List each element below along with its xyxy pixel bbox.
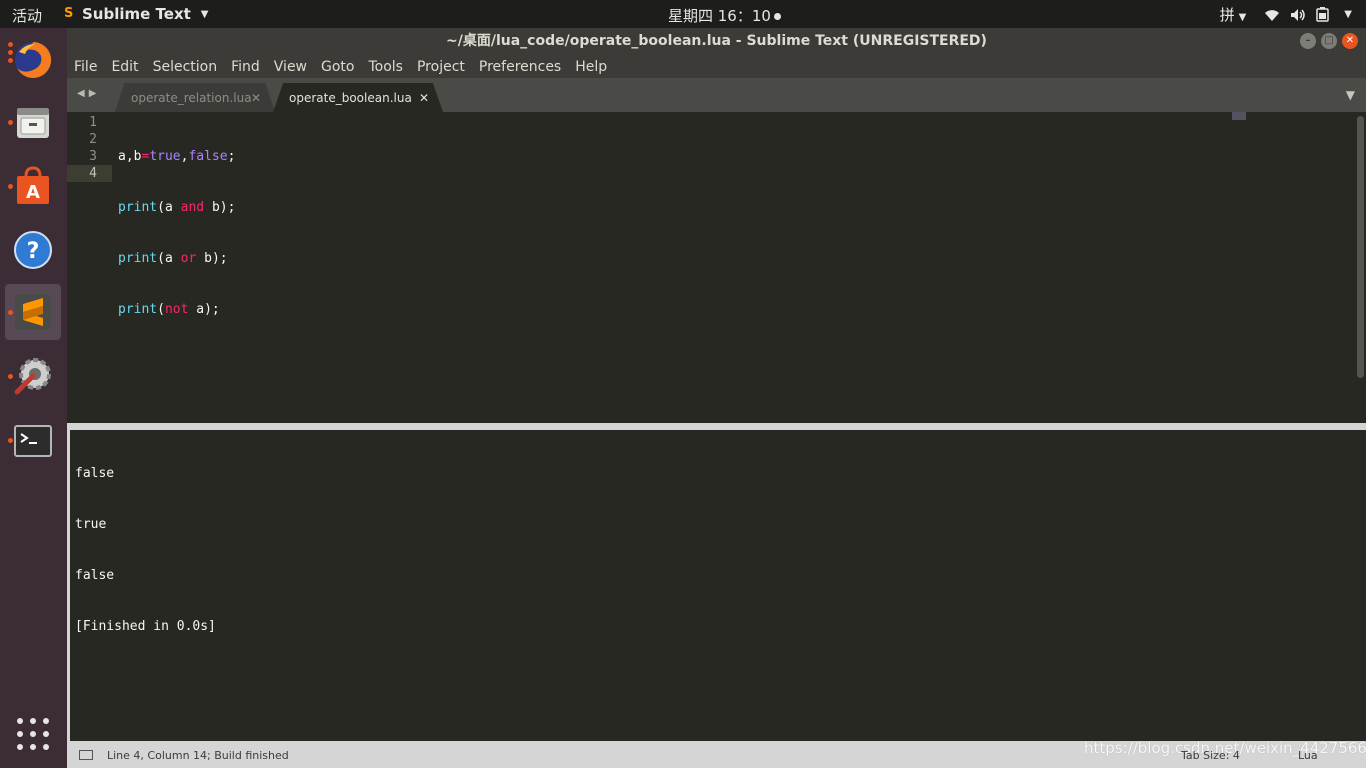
- output-line: true: [75, 517, 107, 532]
- dock-item-help[interactable]: ?: [5, 222, 61, 278]
- output-line: [Finished in 0.0s]: [75, 619, 216, 634]
- svg-text:A: A: [26, 182, 40, 203]
- line-number: 1: [89, 115, 97, 130]
- status-bar: Line 4, Column 14; Build finished https:…: [67, 739, 1366, 768]
- panel-divider[interactable]: [67, 423, 1366, 430]
- sublime-icon: [15, 294, 51, 330]
- code-token: print: [118, 251, 158, 266]
- input-method-label: 拼: [1219, 6, 1235, 24]
- tab-label: operate_relation.lua: [131, 91, 252, 105]
- menu-project[interactable]: Project: [417, 59, 465, 75]
- tab-size-selector[interactable]: Tab Size: 4: [1181, 749, 1240, 762]
- menu-tools[interactable]: Tools: [368, 59, 403, 75]
- notification-dot-icon: [773, 13, 781, 20]
- show-applications-icon[interactable]: [17, 718, 49, 750]
- build-output-panel[interactable]: false true false [Finished in 0.0s]: [67, 430, 1366, 741]
- menu-help[interactable]: Help: [575, 59, 607, 75]
- terminal-icon: [14, 425, 52, 457]
- clock[interactable]: 星期四 16：10: [668, 5, 781, 26]
- settings-icon: [14, 358, 51, 395]
- tab-nav-arrows-icon[interactable]: ◀▶: [77, 88, 100, 99]
- menu-selection[interactable]: Selection: [153, 59, 218, 75]
- app-menu[interactable]: S Sublime Text ▼: [64, 5, 209, 23]
- menu-goto[interactable]: Goto: [321, 59, 354, 75]
- app-menu-label: Sublime Text: [82, 5, 191, 23]
- dock-item-settings[interactable]: [5, 348, 61, 404]
- code-line: print(a or b);: [118, 251, 228, 266]
- line-number-current: 4: [67, 165, 112, 182]
- syntax-selector[interactable]: Lua: [1298, 749, 1318, 762]
- status-message: Line 4, Column 14; Build finished: [107, 749, 289, 762]
- output-line: false: [75, 466, 115, 481]
- code-line: print(a and b);: [118, 200, 236, 215]
- code-line: a,b=true,false;: [118, 149, 236, 164]
- window-title: ~/桌面/lua_code/operate_boolean.lua - Subl…: [446, 33, 987, 49]
- menu-file[interactable]: File: [74, 59, 97, 75]
- dock-item-sublime[interactable]: [5, 284, 61, 340]
- close-button[interactable]: ✕: [1342, 33, 1358, 49]
- menu-find[interactable]: Find: [231, 59, 260, 75]
- dock-item-terminal[interactable]: [5, 412, 61, 468]
- menu-bar: File Edit Selection Find View Goto Tools…: [67, 55, 1366, 78]
- code-token: print: [118, 302, 158, 317]
- code-token: or: [180, 251, 197, 266]
- code-editor[interactable]: 1 2 3 4 a,b=true,false; print(a and b); …: [67, 112, 1366, 423]
- sublime-window: ~/桌面/lua_code/operate_boolean.lua - Subl…: [67, 28, 1366, 768]
- panel-toggle-icon[interactable]: [79, 750, 93, 760]
- software-center-icon: A: [17, 166, 49, 204]
- system-tray: 拼 ▼ ▼: [1220, 4, 1352, 25]
- sublime-small-icon: S: [64, 6, 74, 21]
- clock-label: 星期四 16：10: [668, 7, 771, 25]
- dock-item-firefox[interactable]: [5, 32, 61, 88]
- input-method-indicator[interactable]: 拼 ▼: [1220, 4, 1247, 25]
- dock-item-software[interactable]: A: [5, 158, 61, 214]
- window-controls: – □ ✕: [1300, 33, 1358, 49]
- code-token: and: [180, 200, 205, 215]
- dock: A ?: [0, 28, 67, 768]
- svg-text:?: ?: [27, 239, 40, 264]
- tab-operate-relation[interactable]: operate_relation.lua ✕: [115, 83, 275, 112]
- minimap[interactable]: [1232, 112, 1246, 120]
- chevron-down-icon: ▼: [1344, 9, 1352, 20]
- editor-scrollbar[interactable]: [1357, 116, 1364, 378]
- tab-close-icon[interactable]: ✕: [419, 83, 429, 112]
- code-token: not: [164, 302, 189, 317]
- window-titlebar[interactable]: ~/桌面/lua_code/operate_boolean.lua - Subl…: [67, 28, 1366, 55]
- minimize-button[interactable]: –: [1300, 33, 1316, 49]
- code-token: false: [188, 149, 228, 164]
- help-icon: ?: [14, 231, 52, 269]
- line-number-gutter: 1 2 3 4: [67, 114, 112, 182]
- build-output: false true false [Finished in 0.0s]: [75, 431, 216, 669]
- code-line: print(not a);: [118, 302, 220, 317]
- tab-label: operate_boolean.lua: [289, 91, 412, 105]
- code-token: true: [149, 149, 181, 164]
- output-line: false: [75, 568, 115, 583]
- dock-item-files[interactable]: [5, 94, 61, 150]
- chevron-down-icon: ▼: [1238, 12, 1247, 23]
- chevron-down-icon: ▼: [200, 8, 209, 20]
- line-number: 3: [89, 149, 97, 164]
- wifi-icon: [1265, 9, 1280, 21]
- menu-view[interactable]: View: [274, 59, 307, 75]
- firefox-icon: [15, 41, 52, 78]
- tab-close-icon[interactable]: ✕: [251, 83, 261, 112]
- tab-operate-boolean[interactable]: operate_boolean.lua ✕: [273, 83, 443, 112]
- files-icon: [17, 108, 49, 138]
- volume-icon: [1291, 8, 1306, 21]
- activities-button[interactable]: 活动: [12, 5, 42, 26]
- top-panel: 活动 S Sublime Text ▼ 星期四 16：10 拼 ▼ ▼: [0, 0, 1366, 28]
- line-number: 2: [89, 132, 97, 147]
- menu-edit[interactable]: Edit: [111, 59, 138, 75]
- code-token: print: [118, 200, 158, 215]
- maximize-button[interactable]: □: [1321, 33, 1337, 49]
- menu-preferences[interactable]: Preferences: [479, 59, 561, 75]
- tab-list-dropdown-icon[interactable]: ▼: [1346, 88, 1355, 102]
- system-status-menu[interactable]: ▼: [1264, 7, 1352, 22]
- tab-bar: ◀▶ operate_relation.lua ✕ operate_boolea…: [67, 78, 1366, 112]
- code-lines[interactable]: a,b=true,false; print(a and b); print(a …: [118, 114, 235, 352]
- battery-icon: [1316, 7, 1330, 22]
